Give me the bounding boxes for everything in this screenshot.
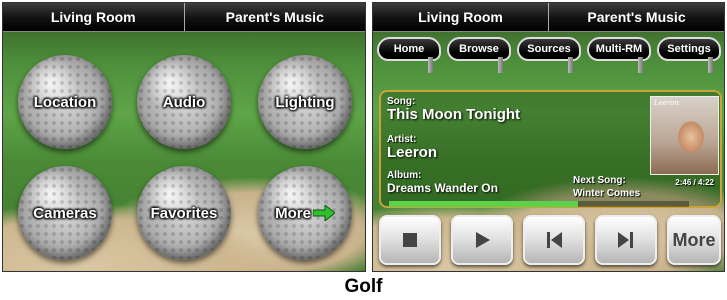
cameras-label: Cameras — [33, 204, 97, 222]
album-name: Dreams Wander On — [387, 181, 498, 195]
play-button[interactable] — [451, 215, 513, 265]
nav-home-button[interactable]: Home — [377, 37, 443, 73]
location-label: Location — [33, 93, 97, 111]
album-label: Album: — [387, 170, 422, 181]
nav-multi-rm-button[interactable]: Multi-RM — [587, 37, 653, 73]
play-icon — [476, 232, 490, 248]
favorites-label: Favorites — [150, 204, 218, 222]
album-cover: Leeron — [650, 96, 719, 175]
tab-living-room[interactable]: Living Room — [3, 3, 185, 31]
skip-next-icon — [618, 232, 633, 248]
artist-name: Leeron — [387, 144, 438, 161]
tab-parents-music[interactable]: Parent's Music — [185, 3, 366, 31]
more-controls-label: More — [672, 229, 716, 250]
track-time: 2:46 / 4:22 — [675, 178, 714, 187]
top-bar: Living Room Parent's Music — [373, 3, 724, 32]
now-playing-panel: Living Room Parent's Music Home Browse S… — [372, 2, 725, 272]
next-song-title: Winter Comes — [573, 188, 641, 199]
lighting-label: Lighting — [275, 93, 335, 111]
favorites-button[interactable]: Favorites — [137, 166, 231, 260]
more-label: More — [275, 204, 311, 222]
next-song-label: Next Song: — [573, 175, 626, 186]
audio-button[interactable]: Audio — [137, 55, 231, 149]
caption: Golf — [344, 276, 383, 297]
cover-artist-text: Leeron — [654, 99, 680, 107]
next-track-button[interactable] — [595, 215, 657, 265]
cameras-button[interactable]: Cameras — [18, 166, 112, 260]
lighting-button[interactable]: Lighting — [258, 55, 352, 149]
nav-sources-button[interactable]: Sources — [517, 37, 583, 73]
stop-icon — [403, 233, 417, 247]
song-title: This Moon Tonight — [387, 106, 521, 123]
top-bar: Living Room Parent's Music — [3, 3, 365, 32]
nav-settings-button[interactable]: Settings — [657, 37, 723, 73]
more-button[interactable]: More — [258, 166, 352, 260]
track-progress-bar[interactable] — [389, 201, 689, 207]
stop-button[interactable] — [379, 215, 441, 265]
nav-browse-button[interactable]: Browse — [447, 37, 513, 73]
now-playing-box: Song: This Moon Tonight Artist: Leeron A… — [379, 90, 722, 208]
more-controls-button[interactable]: More — [667, 215, 721, 265]
location-button[interactable]: Location — [18, 55, 112, 149]
skip-previous-icon — [547, 232, 562, 248]
track-progress-fill — [389, 201, 578, 207]
previous-track-button[interactable] — [523, 215, 585, 265]
audio-label: Audio — [162, 93, 206, 111]
arrow-right-icon — [312, 205, 335, 221]
home-screen-panel: Living Room Parent's Music Location Audi… — [2, 2, 366, 272]
tab-parents-music[interactable]: Parent's Music — [549, 3, 724, 31]
tab-living-room[interactable]: Living Room — [373, 3, 549, 31]
